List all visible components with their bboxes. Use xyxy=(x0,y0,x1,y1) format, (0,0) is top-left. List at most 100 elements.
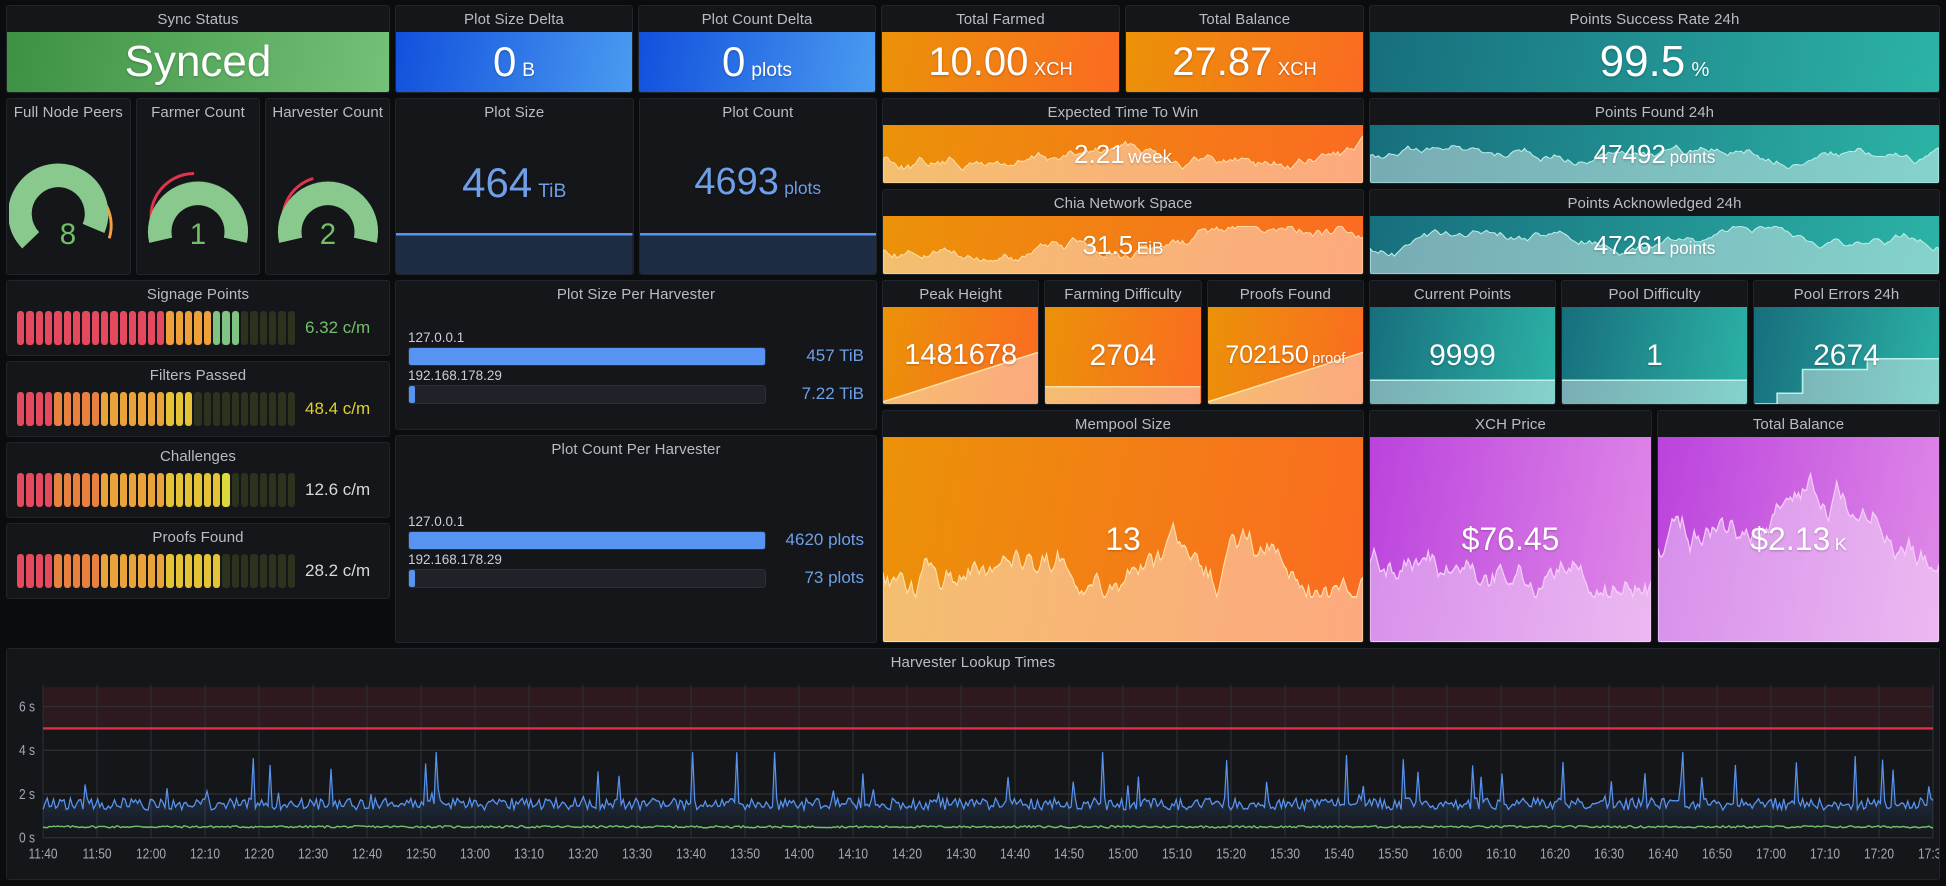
panel-total-farmed[interactable]: Total Farmed 10.00 XCH xyxy=(881,5,1120,93)
led-segment xyxy=(100,554,109,588)
led-segment xyxy=(100,473,109,507)
panel-total-balance-usd[interactable]: Total Balance $2.13 K xyxy=(1657,410,1940,643)
panel-plot-count-per-harvester[interactable]: Plot Count Per Harvester 127.0.0.1 4620 p… xyxy=(395,435,877,643)
farming-difficulty-stat: 2704 xyxy=(1045,307,1201,404)
led-segment xyxy=(63,473,71,507)
panel-sync-status[interactable]: Sync Status Synced xyxy=(6,5,390,93)
panel-farmer-count[interactable]: Farmer Count 1 xyxy=(135,98,261,275)
led-segment xyxy=(250,392,258,426)
svg-text:2 s: 2 s xyxy=(19,786,35,802)
plot-size-delta-stat: 0 B xyxy=(396,32,632,92)
panel-full-node-peers[interactable]: Full Node Peers 8 xyxy=(6,98,131,275)
points-found-24h-unit: points xyxy=(1669,146,1716,167)
panel-current-points[interactable]: Current Points 9999 xyxy=(1369,280,1556,405)
svg-text:15:30: 15:30 xyxy=(1270,845,1300,861)
bar-gauge-item: 127.0.0.1 457 TiB xyxy=(408,330,864,366)
total-balance-usd-unit: K xyxy=(1834,534,1847,554)
led-segment xyxy=(72,392,81,426)
signage-points-leds xyxy=(17,311,295,345)
pool-row: Current Points 9999 Pool Difficulty 1 Po… xyxy=(1369,280,1940,405)
panel-title: Plot Size xyxy=(484,104,545,121)
panel-pool-errors-24h[interactable]: Pool Errors 24h 2674 xyxy=(1753,280,1940,405)
svg-text:13:40: 13:40 xyxy=(676,845,706,861)
led-segment xyxy=(119,473,127,507)
total-farmed-stat: 10.00 XCH xyxy=(882,32,1119,92)
filters-passed-value: 48.4 c/m xyxy=(305,399,371,418)
led-segment xyxy=(54,473,62,507)
total-balance-usd-stat: $2.13 K xyxy=(1658,437,1939,642)
panel-points-found-24h[interactable]: Points Found 24h 47492 points xyxy=(1369,98,1940,184)
led-segment xyxy=(222,311,230,345)
led-segment xyxy=(250,311,258,345)
svg-text:14:10: 14:10 xyxy=(838,845,868,861)
svg-text:11:50: 11:50 xyxy=(82,845,111,861)
panel-filters-passed[interactable]: Filters Passed 48.4 c/m xyxy=(6,361,390,437)
dashboard-middle: Full Node Peers 8 Farmer Count 1 Harvest… xyxy=(6,98,1940,643)
panel-harvester-count[interactable]: Harvester Count 2 xyxy=(265,98,391,275)
led-segment xyxy=(72,473,81,507)
panel-peak-height[interactable]: Peak Height 1481678 xyxy=(882,280,1040,405)
svg-text:15:50: 15:50 xyxy=(1378,845,1408,861)
svg-text:16:20: 16:20 xyxy=(1540,845,1570,861)
panel-title: Chia Network Space xyxy=(1053,195,1193,212)
panel-points-success-rate[interactable]: Points Success Rate 24h 99.5 % xyxy=(1369,5,1940,93)
led-segment xyxy=(259,554,267,588)
svg-text:15:00: 15:00 xyxy=(1108,845,1138,861)
led-segment xyxy=(287,392,295,426)
led-segment xyxy=(91,311,99,345)
led-segment xyxy=(82,392,90,426)
panel-proofs-found-rate[interactable]: Proofs Found 28.2 c/m xyxy=(6,523,390,599)
led-segment xyxy=(35,392,43,426)
led-segment xyxy=(128,392,137,426)
farmer-count-gauge: 1 xyxy=(137,125,260,274)
led-segment xyxy=(184,473,193,507)
panel-plot-count-delta[interactable]: Plot Count Delta 0 plots xyxy=(638,5,876,93)
peak-height-stat: 1481678 xyxy=(883,307,1039,404)
panel-xch-price[interactable]: XCH Price $76.45 xyxy=(1369,410,1652,643)
panel-plot-count[interactable]: Plot Count 4693 plots xyxy=(638,98,877,275)
led-segment xyxy=(138,554,146,588)
svg-text:12:50: 12:50 xyxy=(406,845,436,861)
panel-harvester-lookup-times[interactable]: Harvester Lookup Times 0 s 2 s 4 s 6 s 11:40… xyxy=(6,648,1940,880)
panel-total-balance-xch[interactable]: Total Balance 27.87 XCH xyxy=(1125,5,1364,93)
panel-proofs-found-total[interactable]: Proofs Found 702150 proof xyxy=(1206,280,1364,405)
svg-text:16:50: 16:50 xyxy=(1702,845,1732,861)
led-segment xyxy=(17,554,25,588)
plot-count-delta-unit: plots xyxy=(751,60,793,81)
panel-title: Pool Errors 24h xyxy=(1793,286,1900,303)
panel-plot-size-per-harvester[interactable]: Plot Size Per Harvester 127.0.0.1 457 TiB… xyxy=(395,280,877,430)
panel-signage-points[interactable]: Signage Points 6.32 c/m xyxy=(6,280,390,356)
panel-expected-time-to-win[interactable]: Expected Time To Win 2.21 week xyxy=(882,98,1364,184)
panel-challenges[interactable]: Challenges 12.6 c/m xyxy=(6,442,390,518)
panel-title: Current Points xyxy=(1413,286,1512,303)
led-segment xyxy=(35,554,43,588)
panel-plot-size-delta[interactable]: Plot Size Delta 0 B xyxy=(395,5,633,93)
led-segment xyxy=(212,473,221,507)
led-segment xyxy=(231,311,239,345)
panel-points-acknowledged-24h[interactable]: Points Acknowledged 24h 47261 points xyxy=(1369,189,1940,275)
panel-plot-size[interactable]: Plot Size 464 TiB xyxy=(395,98,634,275)
led-segment xyxy=(250,473,258,507)
proofs-found-total-value: 702150 xyxy=(1225,341,1309,369)
led-segment xyxy=(166,392,174,426)
panel-title: Expected Time To Win xyxy=(1047,104,1199,121)
led-segment xyxy=(259,473,267,507)
total-balance-unit: XCH xyxy=(1277,57,1317,79)
led-segment xyxy=(268,473,277,507)
led-segment xyxy=(54,392,62,426)
panel-pool-difficulty[interactable]: Pool Difficulty 1 xyxy=(1561,280,1748,405)
panel-mempool-size[interactable]: Mempool Size 13 xyxy=(882,410,1364,643)
chia-network-space-value: 31.5 xyxy=(1082,229,1134,260)
led-segment xyxy=(17,473,25,507)
led-segment xyxy=(222,473,230,507)
total-farmed-value: 10.00 xyxy=(928,39,1029,84)
panel-title: Pool Difficulty xyxy=(1608,286,1701,303)
proofs-found-value: 28.2 c/m xyxy=(305,561,371,580)
bar-gauge-item: 127.0.0.1 4620 plots xyxy=(408,514,864,550)
led-segment xyxy=(240,554,249,588)
expected-time-to-win-unit: week xyxy=(1128,145,1172,167)
farmer-count-value: 1 xyxy=(190,218,206,251)
panel-farming-difficulty[interactable]: Farming Difficulty 2704 xyxy=(1044,280,1202,405)
panel-chia-network-space[interactable]: Chia Network Space 31.5 EiB xyxy=(882,189,1364,275)
led-segment xyxy=(44,311,53,345)
